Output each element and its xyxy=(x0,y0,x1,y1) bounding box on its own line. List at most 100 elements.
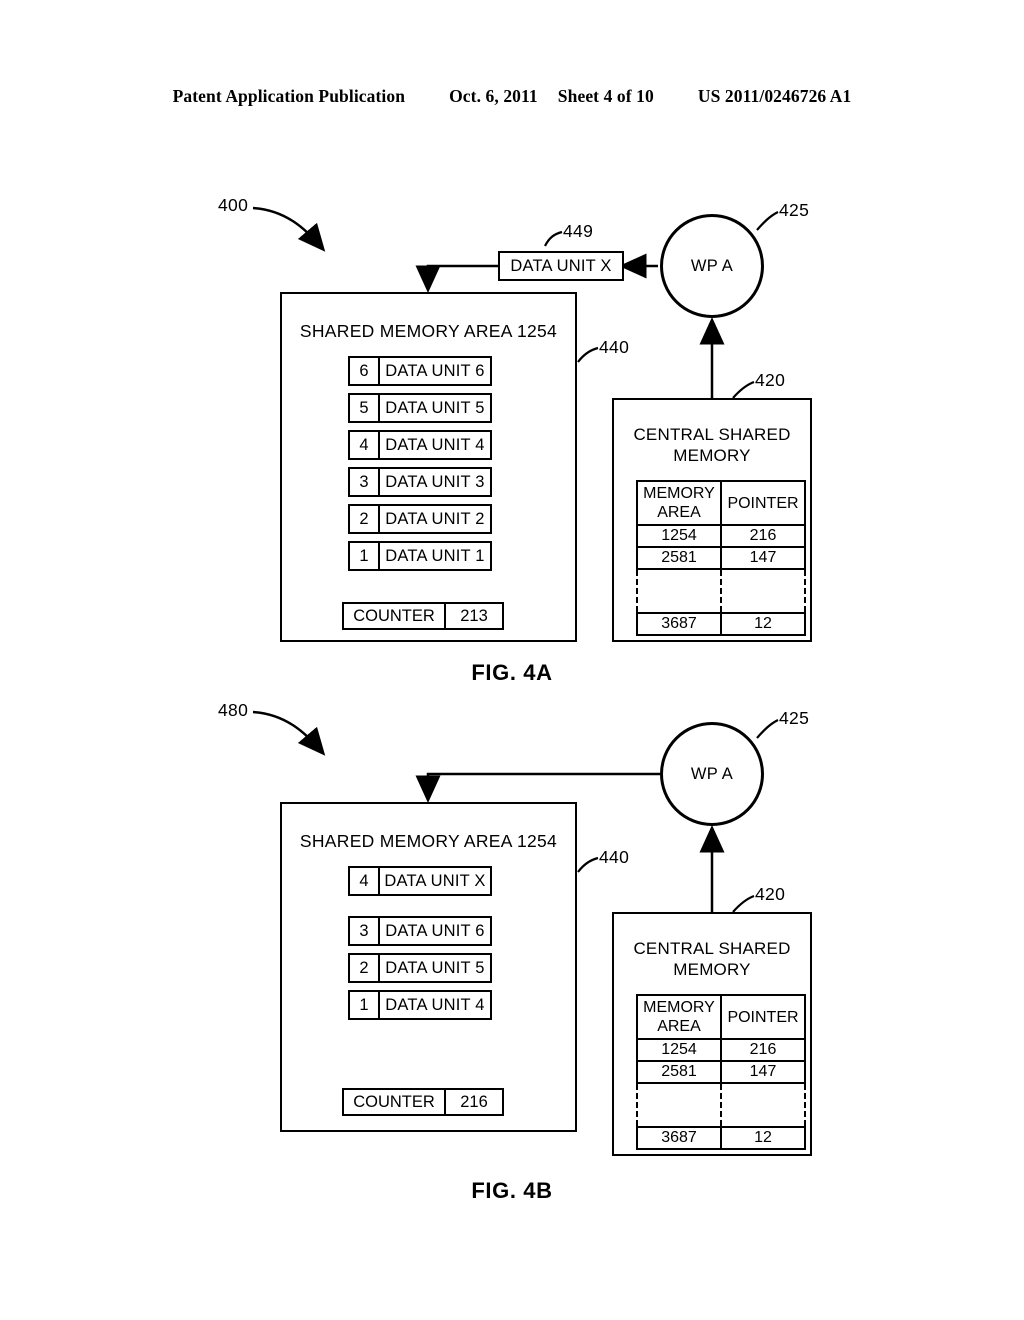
cell-pointer: 216 xyxy=(720,1038,806,1062)
cell-ellipsis xyxy=(720,568,806,614)
header-memory-area-line2: AREA xyxy=(657,1018,701,1035)
data-unit-row: 2 DATA UNIT 5 xyxy=(348,953,492,983)
cell-pointer: 147 xyxy=(720,1060,806,1084)
data-unit-row: 1 DATA UNIT 4 xyxy=(348,990,492,1020)
data-unit-index: 4 xyxy=(350,868,380,894)
header-memory-area: MEMORY AREA xyxy=(636,994,722,1040)
data-unit-label: DATA UNIT 4 xyxy=(385,995,485,1014)
cell-memory-area: 1254 xyxy=(636,524,722,548)
table-ellipsis-row xyxy=(636,1082,806,1128)
cell-memory-area: 3687 xyxy=(636,612,722,636)
table-ellipsis-row xyxy=(636,568,806,614)
data-unit-row: 1 DATA UNIT 1 xyxy=(348,541,492,571)
figure-4b-caption: FIG. 4B xyxy=(471,1178,553,1203)
table-row: 2581 147 xyxy=(636,1060,806,1084)
header-memory-area-line1: MEMORY xyxy=(643,999,715,1016)
external-data-unit-x: DATA UNIT X xyxy=(498,251,624,281)
csm-title-line2: MEMORY xyxy=(673,960,751,979)
table-header-row: MEMORY AREA POINTER xyxy=(636,480,806,526)
pointer-table: MEMORY AREA POINTER 1254 216 2581 147 36… xyxy=(636,994,806,1150)
counter-label: COUNTER xyxy=(344,1090,446,1114)
publication-header: Patent Application Publication Oct. 6, 2… xyxy=(0,86,1024,112)
pointer-table: MEMORY AREA POINTER 1254 216 2581 147 36… xyxy=(636,480,806,636)
ref-480: 480 xyxy=(218,700,249,720)
data-unit-index: 3 xyxy=(350,918,380,944)
csm-title-line1: CENTRAL SHARED xyxy=(633,425,791,444)
data-unit-row: 3 DATA UNIT 6 xyxy=(348,916,492,946)
data-unit-label: DATA UNIT X xyxy=(384,871,486,890)
ref-400: 400 xyxy=(218,195,249,215)
csm-title-line2: MEMORY xyxy=(673,446,751,465)
data-unit-index: 2 xyxy=(350,506,380,532)
ref-425: 425 xyxy=(779,708,810,728)
data-unit-index: 1 xyxy=(350,543,380,569)
header-patent-number: US 2011/0246726 A1 xyxy=(697,86,852,106)
cell-memory-area: 3687 xyxy=(636,1126,722,1150)
cell-memory-area: 1254 xyxy=(636,1038,722,1062)
shared-memory-area-title: SHARED MEMORY AREA 1254 xyxy=(299,831,558,851)
data-unit-label: DATA UNIT 6 xyxy=(385,921,485,940)
figure-4b: 480 425 440 420 421 442 449 448 447 446 … xyxy=(0,660,1024,1320)
central-shared-memory-title: CENTRAL SHARED MEMORY xyxy=(614,424,810,466)
header-publication: Patent Application Publication xyxy=(172,86,406,106)
process-wp-a: WP A xyxy=(660,214,764,318)
counter-label: COUNTER xyxy=(344,604,446,628)
cell-pointer: 216 xyxy=(720,524,806,548)
figure-4a: 400 449 425 440 420 421 442 448 447 446 … xyxy=(0,150,1024,710)
ref-440: 440 xyxy=(599,337,630,357)
header-date: Oct. 6, 2011 xyxy=(449,86,538,106)
data-unit-row: 2 DATA UNIT 2 xyxy=(348,504,492,534)
table-row: 3687 12 xyxy=(636,612,806,636)
data-unit-index: 6 xyxy=(350,358,380,384)
data-unit-index: 2 xyxy=(350,955,380,981)
shared-memory-area-title: SHARED MEMORY AREA 1254 xyxy=(299,321,558,341)
header-pointer: POINTER xyxy=(720,480,806,526)
data-unit-row: 4 DATA UNIT X xyxy=(348,866,492,896)
cell-pointer: 12 xyxy=(720,612,806,636)
data-unit-label: DATA UNIT 1 xyxy=(385,546,485,565)
header-sheet: Sheet 4 of 10 xyxy=(557,86,654,106)
data-unit-row: 5 DATA UNIT 5 xyxy=(348,393,492,423)
data-unit-index: 5 xyxy=(350,395,380,421)
data-unit-index: 1 xyxy=(350,992,380,1018)
data-unit-label: DATA UNIT 2 xyxy=(385,509,485,528)
cell-memory-area: 2581 xyxy=(636,546,722,570)
header-pointer: POINTER xyxy=(720,994,806,1040)
ref-425: 425 xyxy=(779,200,810,220)
cell-pointer: 12 xyxy=(720,1126,806,1150)
data-unit-row: 3 DATA UNIT 3 xyxy=(348,467,492,497)
data-unit-label: DATA UNIT 5 xyxy=(385,958,485,977)
data-unit-label: DATA UNIT 5 xyxy=(385,398,485,417)
table-row: 1254 216 xyxy=(636,1038,806,1062)
data-unit-label: DATA UNIT 6 xyxy=(385,361,485,380)
central-shared-memory-title: CENTRAL SHARED MEMORY xyxy=(614,938,810,980)
data-unit-index: 3 xyxy=(350,469,380,495)
table-row: 2581 147 xyxy=(636,546,806,570)
table-row: 1254 216 xyxy=(636,524,806,548)
ref-440: 440 xyxy=(599,847,630,867)
csm-title-line1: CENTRAL SHARED xyxy=(633,939,791,958)
data-unit-label: DATA UNIT 4 xyxy=(385,435,485,454)
header-memory-area-line1: MEMORY xyxy=(643,485,715,502)
process-wp-a: WP A xyxy=(660,722,764,826)
data-unit-row: 6 DATA UNIT 6 xyxy=(348,356,492,386)
cell-ellipsis xyxy=(720,1082,806,1128)
ref-449: 449 xyxy=(563,221,594,241)
data-unit-index: 4 xyxy=(350,432,380,458)
table-header-row: MEMORY AREA POINTER xyxy=(636,994,806,1040)
data-unit-row: 4 DATA UNIT 4 xyxy=(348,430,492,460)
counter-value: 216 xyxy=(460,1092,488,1111)
ref-420: 420 xyxy=(755,370,786,390)
cell-ellipsis xyxy=(636,568,722,614)
cell-pointer: 147 xyxy=(720,546,806,570)
ref-420: 420 xyxy=(755,884,786,904)
counter-row: COUNTER 216 xyxy=(342,1088,504,1116)
table-row: 3687 12 xyxy=(636,1126,806,1150)
cell-memory-area: 2581 xyxy=(636,1060,722,1084)
data-unit-label: DATA UNIT 3 xyxy=(385,472,485,491)
counter-row: COUNTER 213 xyxy=(342,602,504,630)
header-memory-area-line2: AREA xyxy=(657,504,701,521)
cell-ellipsis xyxy=(636,1082,722,1128)
counter-value: 213 xyxy=(460,606,488,625)
header-memory-area: MEMORY AREA xyxy=(636,480,722,526)
